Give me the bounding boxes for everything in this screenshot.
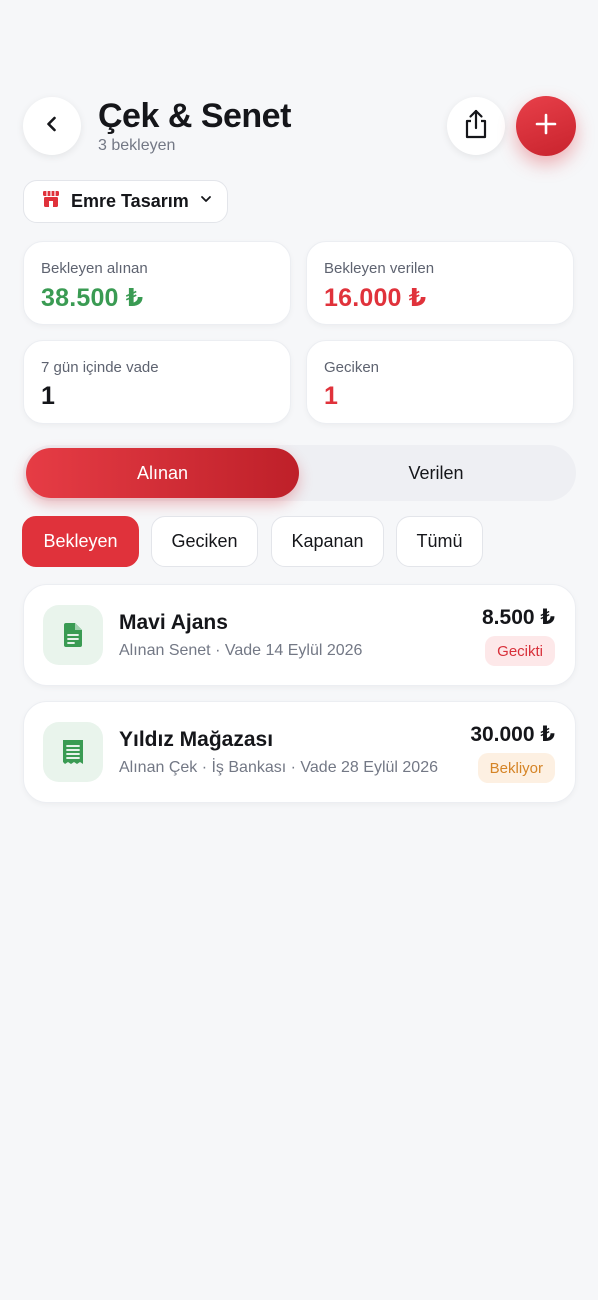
direction-segmented-control: Alınan Verilen	[23, 445, 576, 501]
page-subtitle: 3 bekleyen	[98, 137, 176, 154]
filter-chip-pending[interactable]: Bekleyen	[22, 516, 139, 567]
stat-card-pending-received: Bekleyen alınan 38.500 ₺	[23, 241, 291, 325]
document-icon	[43, 605, 103, 665]
status-badge: Bekliyor	[477, 753, 555, 783]
list-item[interactable]: Mavi Ajans Alınan Senet · Vade 14 Eylül …	[23, 584, 576, 686]
business-selector[interactable]: Emre Tasarım	[23, 180, 228, 223]
business-name: Emre Tasarım	[71, 191, 189, 211]
stat-card-pending-given: Bekleyen verilen 16.000 ₺	[306, 241, 574, 325]
chevron-left-icon	[42, 114, 62, 139]
item-title: Yıldız Mağazası	[119, 728, 274, 751]
item-subtitle: Alınan Senet · Vade 14 Eylül 2026	[119, 642, 363, 659]
share-icon	[463, 109, 489, 144]
status-badge: Gecikti	[485, 636, 555, 666]
add-button[interactable]	[516, 96, 576, 156]
item-amount: 30.000 ₺	[470, 723, 555, 746]
segment-given[interactable]: Verilen	[299, 448, 573, 498]
stat-label: Bekleyen alınan	[41, 260, 148, 277]
filter-chip-closed[interactable]: Kapanan	[271, 516, 384, 567]
share-button[interactable]	[447, 97, 505, 155]
plus-icon	[535, 113, 557, 140]
item-amount: 8.500 ₺	[482, 606, 555, 629]
stat-value: 1	[41, 382, 56, 410]
stat-value: 16.000 ₺	[324, 284, 427, 312]
stat-card-overdue: Geciken 1	[306, 340, 574, 424]
filter-chip-all[interactable]: Tümü	[396, 516, 483, 567]
item-subtitle: Alınan Çek · İş Bankası · Vade 28 Eylül …	[119, 759, 438, 776]
stat-label: 7 gün içinde vade	[41, 359, 159, 376]
store-icon	[41, 189, 61, 214]
segment-received[interactable]: Alınan	[26, 448, 299, 498]
stat-value: 1	[324, 382, 339, 410]
item-title: Mavi Ajans	[119, 611, 228, 634]
list-item[interactable]: Yıldız Mağazası Alınan Çek · İş Bankası …	[23, 701, 576, 803]
filter-chip-overdue[interactable]: Geciken	[151, 516, 258, 567]
stat-label: Geciken	[324, 359, 380, 376]
page-title: Çek & Senet	[98, 97, 291, 135]
stat-label: Bekleyen verilen	[324, 260, 435, 277]
stat-value: 38.500 ₺	[41, 284, 144, 312]
stat-card-due-7-days: 7 gün içinde vade 1	[23, 340, 291, 424]
chevron-down-icon	[199, 192, 213, 211]
receipt-icon	[43, 722, 103, 782]
back-button[interactable]	[23, 97, 81, 155]
